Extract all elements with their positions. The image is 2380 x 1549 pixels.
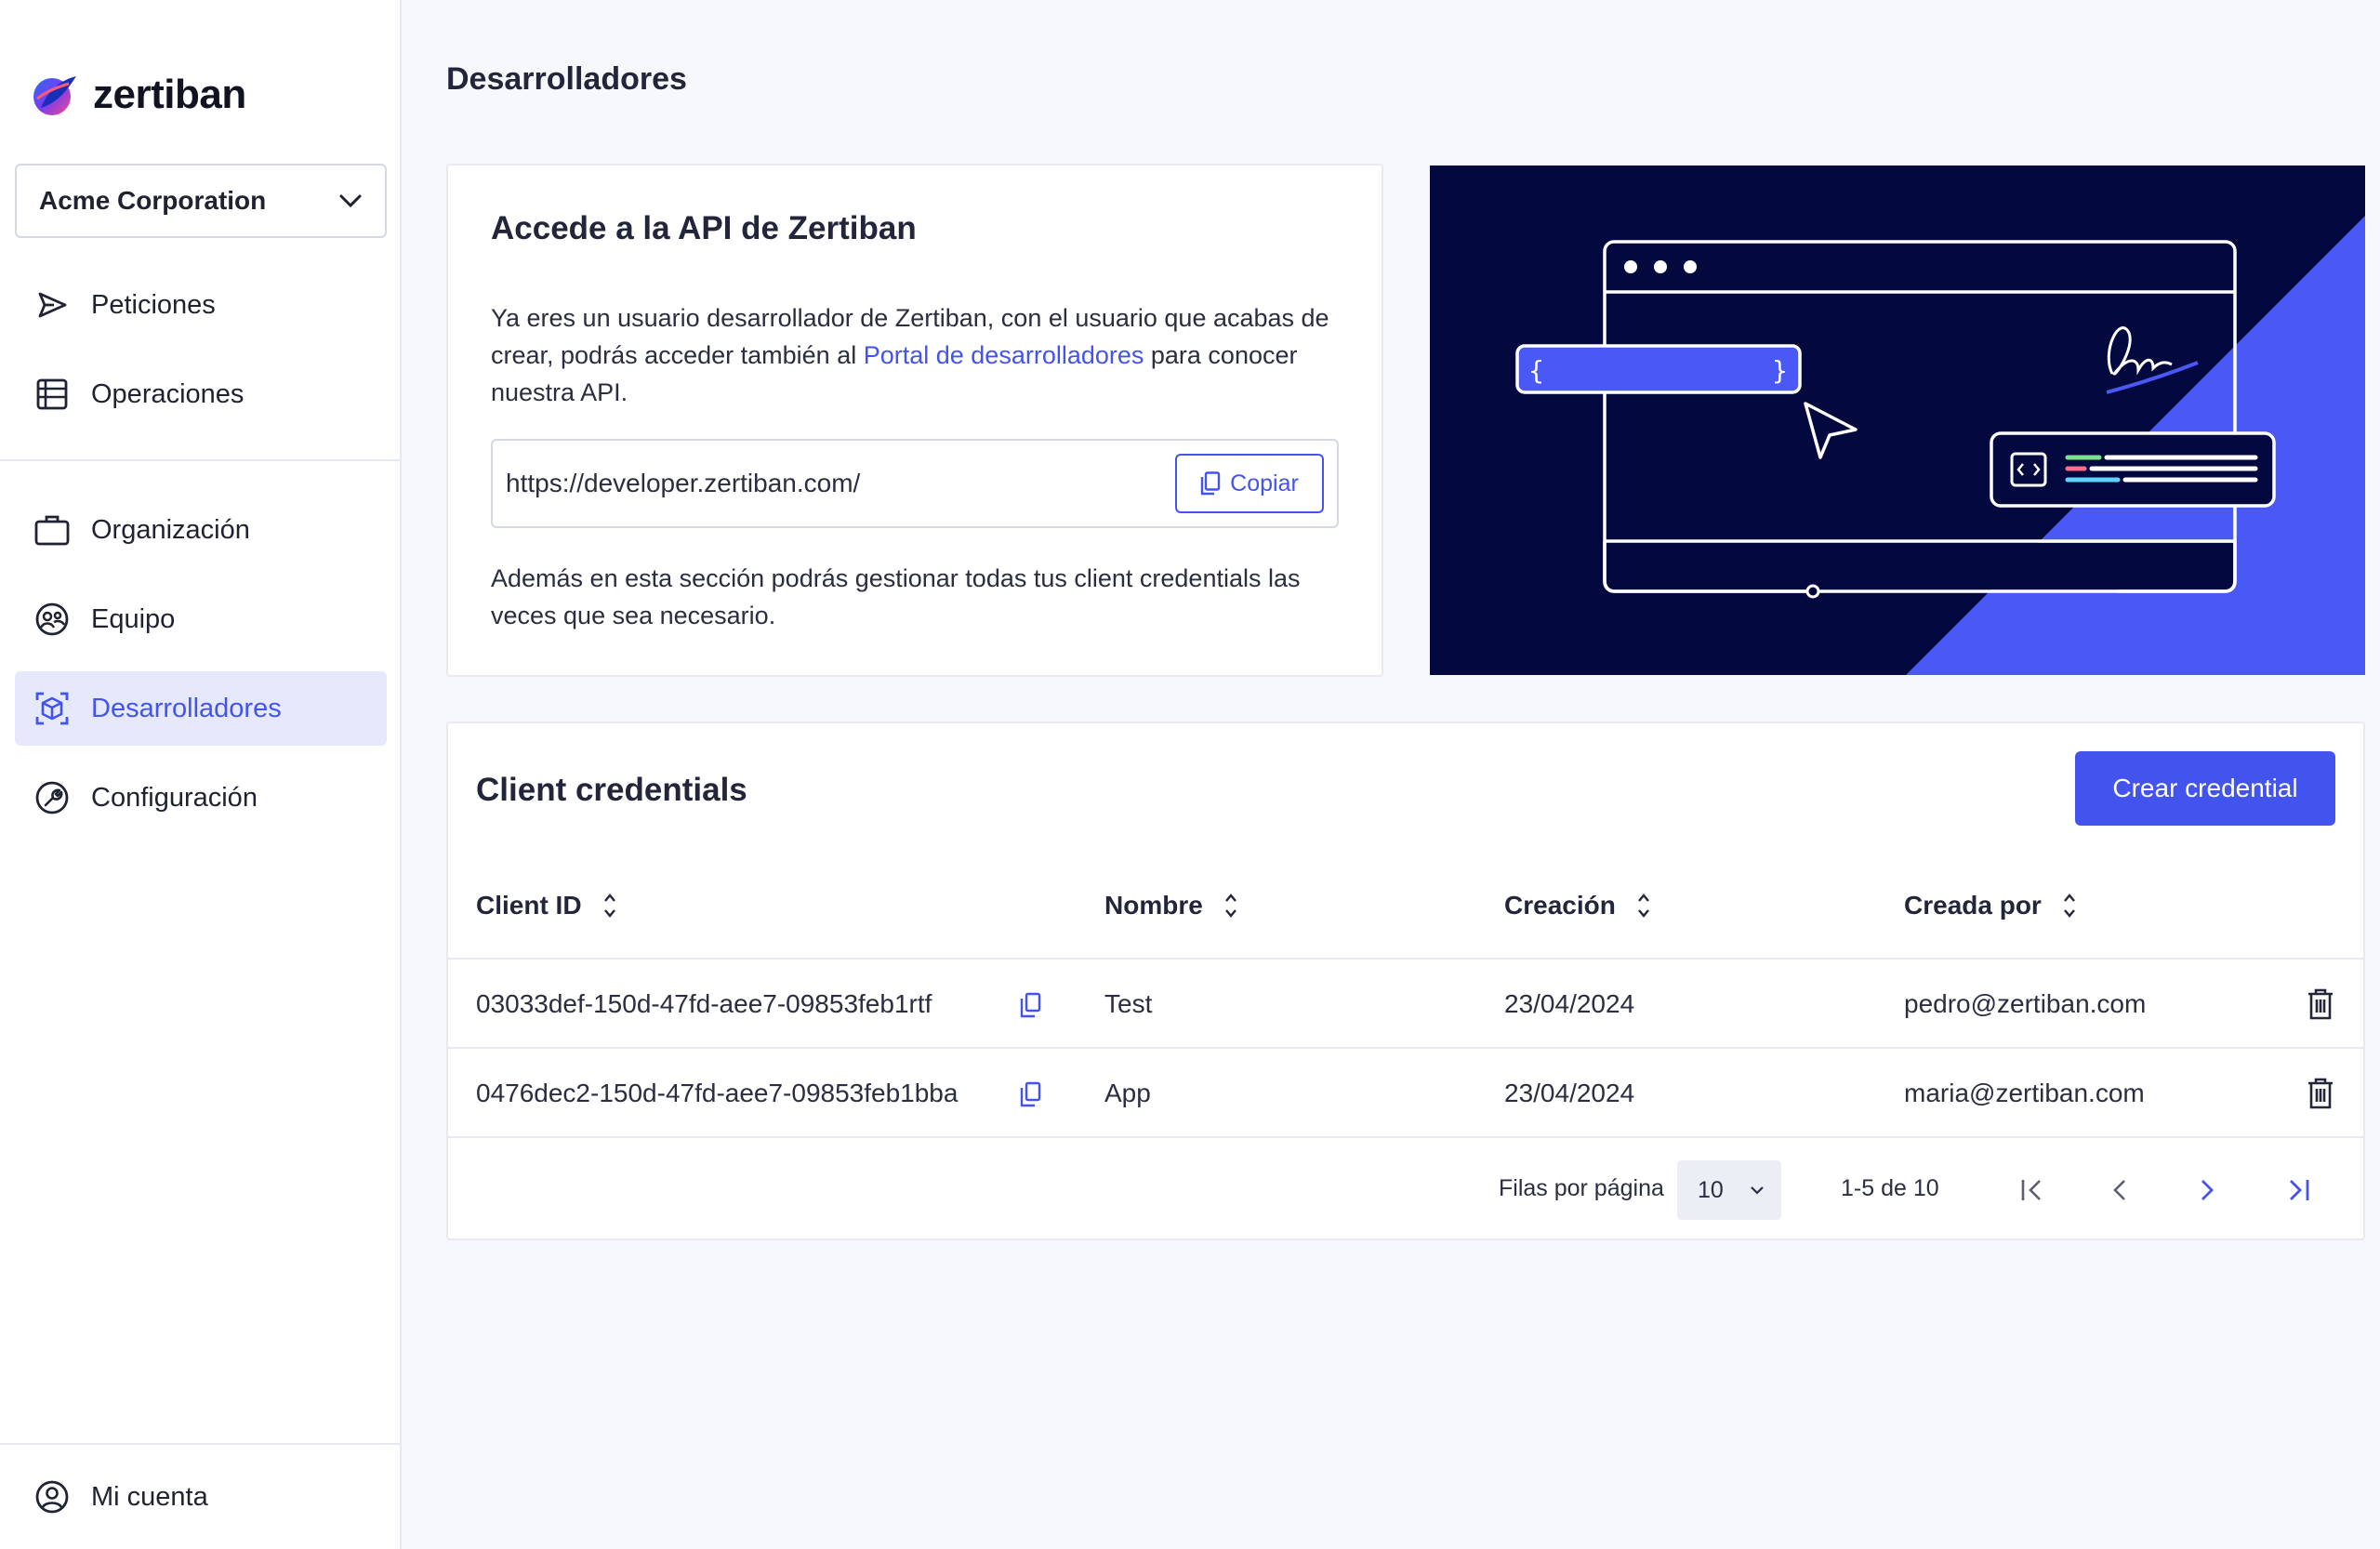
cell-creacion: 23/04/2024	[1504, 989, 1635, 1018]
first-page-button[interactable]	[2016, 1173, 2049, 1207]
developer-illustration: { }	[1430, 165, 2365, 675]
sort-icon	[1637, 894, 1649, 918]
column-header-label: Creación	[1504, 891, 1616, 920]
brand-name: zertiban	[93, 72, 246, 117]
sidebar-item-equipo[interactable]: Equipo	[15, 582, 387, 656]
cell-nombre: App	[1104, 1079, 1151, 1107]
sidebar-divider	[0, 1443, 400, 1445]
client-credentials-card: Client credentials Crear credential Clie…	[446, 722, 2365, 1240]
api-card-footer-text: Además en esta sección podrás gestionar …	[491, 564, 1301, 629]
sidebar-item-mi-cuenta[interactable]: Mi cuenta	[15, 1460, 387, 1534]
api-access-card: Accede a la API de Zertiban Ya eres un u…	[446, 164, 1383, 677]
sidebar-item-operaciones[interactable]: Operaciones	[15, 357, 387, 431]
sidebar-item-desarrolladores[interactable]: Desarrolladores	[15, 671, 387, 746]
pagination-range: 1-5 de 10	[1841, 1175, 1939, 1201]
svg-text:{: {	[1528, 355, 1544, 386]
brand-logo[interactable]: zertiban	[28, 71, 246, 119]
table-divider	[448, 958, 2363, 960]
last-page-button[interactable]	[2281, 1173, 2315, 1207]
logo-mark-icon	[33, 76, 76, 115]
rows-per-page-value: 10	[1698, 1176, 1724, 1203]
column-header-label: Client ID	[476, 891, 582, 920]
sidebar: zertiban Acme Corporation Peticiones Ope…	[0, 0, 402, 1549]
api-card-description: Ya eres un usuario desarrollador de Zert…	[491, 299, 1346, 411]
sidebar-item-label: Organización	[91, 514, 250, 545]
credentials-title: Client credentials	[476, 772, 747, 808]
sidebar-item-label: Operaciones	[91, 378, 245, 409]
column-header-nombre[interactable]: Nombre	[1104, 891, 1238, 920]
organization-select[interactable]: Acme Corporation	[15, 164, 387, 238]
api-url-value: https://developer.zertiban.com/	[506, 469, 861, 497]
copy-url-button[interactable]: Copiar	[1175, 454, 1324, 513]
sidebar-divider	[0, 459, 400, 461]
copy-icon[interactable]	[1019, 1080, 1043, 1108]
chevron-left-icon	[2113, 1180, 2125, 1200]
sidebar-item-label: Configuración	[91, 782, 258, 813]
table-divider	[448, 1136, 2363, 1138]
send-icon	[33, 286, 71, 324]
cell-creada-por: maria@zertiban.com	[1904, 1079, 2145, 1107]
sidebar-item-label: Peticiones	[91, 289, 216, 320]
chevron-down-icon	[1751, 1186, 1764, 1195]
cell-client-id: 03033def-150d-47fd-aee7-09853feb1rtf	[476, 989, 932, 1018]
column-header-client-id[interactable]: Client ID	[476, 891, 617, 920]
page-title: Desarrolladores	[446, 61, 687, 97]
column-header-creacion[interactable]: Creación	[1504, 891, 1651, 920]
sort-icon	[1224, 894, 1236, 918]
rows-per-page-select[interactable]: 10	[1677, 1160, 1781, 1220]
api-url-field[interactable]: https://developer.zertiban.com/ Copiar	[491, 439, 1339, 528]
sort-icon	[603, 894, 615, 918]
sidebar-item-label: Desarrolladores	[91, 693, 282, 723]
sidebar-item-peticiones[interactable]: Peticiones	[15, 268, 387, 342]
column-header-label: Creada por	[1904, 891, 2042, 920]
chevron-down-icon	[339, 194, 362, 208]
chevron-right-icon	[2202, 1180, 2214, 1200]
next-page-button[interactable]	[2190, 1173, 2224, 1207]
column-header-label: Nombre	[1104, 891, 1203, 920]
team-icon	[33, 601, 71, 638]
table-divider	[448, 1047, 2363, 1049]
copy-icon[interactable]	[1019, 991, 1043, 1019]
rows-per-page-label: Filas por página	[1499, 1175, 1664, 1201]
cell-nombre: Test	[1104, 989, 1153, 1018]
list-icon	[33, 376, 71, 413]
copy-url-label: Copiar	[1230, 470, 1299, 496]
trash-icon[interactable]	[2306, 987, 2335, 1021]
cube-icon	[33, 690, 71, 727]
copy-icon	[1200, 471, 1221, 496]
sidebar-item-organizacion[interactable]: Organización	[15, 493, 387, 567]
svg-text:}: }	[1772, 355, 1788, 386]
previous-page-button[interactable]	[2103, 1173, 2136, 1207]
trash-icon[interactable]	[2306, 1077, 2335, 1110]
column-header-creada-por[interactable]: Creada por	[1904, 891, 2077, 920]
wrench-icon	[33, 779, 71, 816]
sort-icon	[2063, 894, 2075, 918]
cell-creacion: 23/04/2024	[1504, 1079, 1635, 1107]
last-page-icon	[2290, 1180, 2309, 1200]
user-circle-icon	[33, 1478, 71, 1516]
sidebar-item-configuracion[interactable]: Configuración	[15, 761, 387, 835]
first-page-icon	[2021, 1180, 2041, 1200]
api-card-title: Accede a la API de Zertiban	[491, 210, 917, 246]
sidebar-item-label: Mi cuenta	[91, 1481, 208, 1512]
briefcase-icon	[33, 511, 71, 549]
sidebar-item-label: Equipo	[91, 603, 176, 634]
organization-select-value: Acme Corporation	[39, 186, 267, 215]
cell-creada-por: pedro@zertiban.com	[1904, 989, 2147, 1018]
illustration-graphic: { }	[1515, 216, 2365, 675]
create-credential-button[interactable]: Crear credential	[2075, 751, 2335, 826]
developer-portal-link[interactable]: Portal de desarrolladores	[864, 341, 1144, 369]
cell-client-id: 0476dec2-150d-47fd-aee7-09853feb1bba	[476, 1079, 959, 1107]
